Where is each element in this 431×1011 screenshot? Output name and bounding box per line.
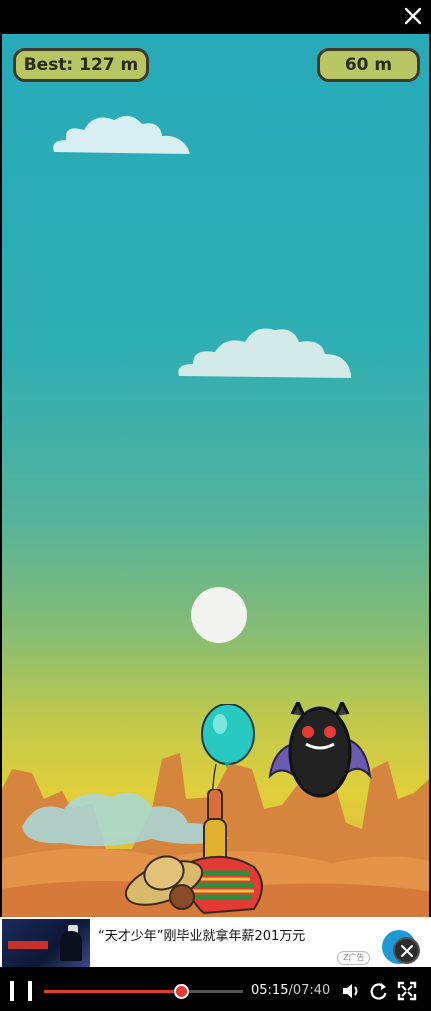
time-display: 05:15/07:40 [251, 983, 330, 998]
volume-icon[interactable] [341, 981, 361, 1001]
bat-enemy [268, 702, 372, 798]
sun [191, 587, 247, 643]
ad-banner[interactable]: “天才少年”刚毕业就拿年薪201万元 Z广告 [0, 917, 431, 967]
cloud-upper [53, 115, 191, 154]
duration-time: 07:40 [292, 983, 331, 998]
ad-thumb-banner [8, 941, 48, 949]
ad-tag: Z广告 [337, 951, 371, 965]
ad-thumb-figure [60, 931, 82, 961]
current-distance-badge: 60 m [317, 48, 420, 82]
fullscreen-icon[interactable] [397, 981, 417, 1001]
progress-knob[interactable] [173, 984, 189, 999]
player-character [124, 789, 263, 915]
video-controls: 05:15/07:40 [0, 967, 431, 1011]
game-canvas[interactable]: Best: 127 m 60 m [2, 34, 429, 917]
ad-thumbnail[interactable] [2, 919, 90, 967]
progress-fill [44, 990, 181, 993]
current-time: 05:15 [251, 983, 289, 998]
best-distance-badge: Best: 127 m [13, 48, 149, 82]
top-bar [0, 0, 431, 34]
replay-icon[interactable] [369, 981, 389, 1001]
close-icon[interactable] [393, 937, 420, 964]
ad-headline[interactable]: “天才少年”刚毕业就拿年薪201万元 [98, 927, 328, 946]
close-icon[interactable] [399, 2, 427, 30]
pause-icon[interactable] [10, 981, 32, 1003]
cloud-middle [178, 328, 351, 378]
progress-bar[interactable] [44, 984, 243, 999]
